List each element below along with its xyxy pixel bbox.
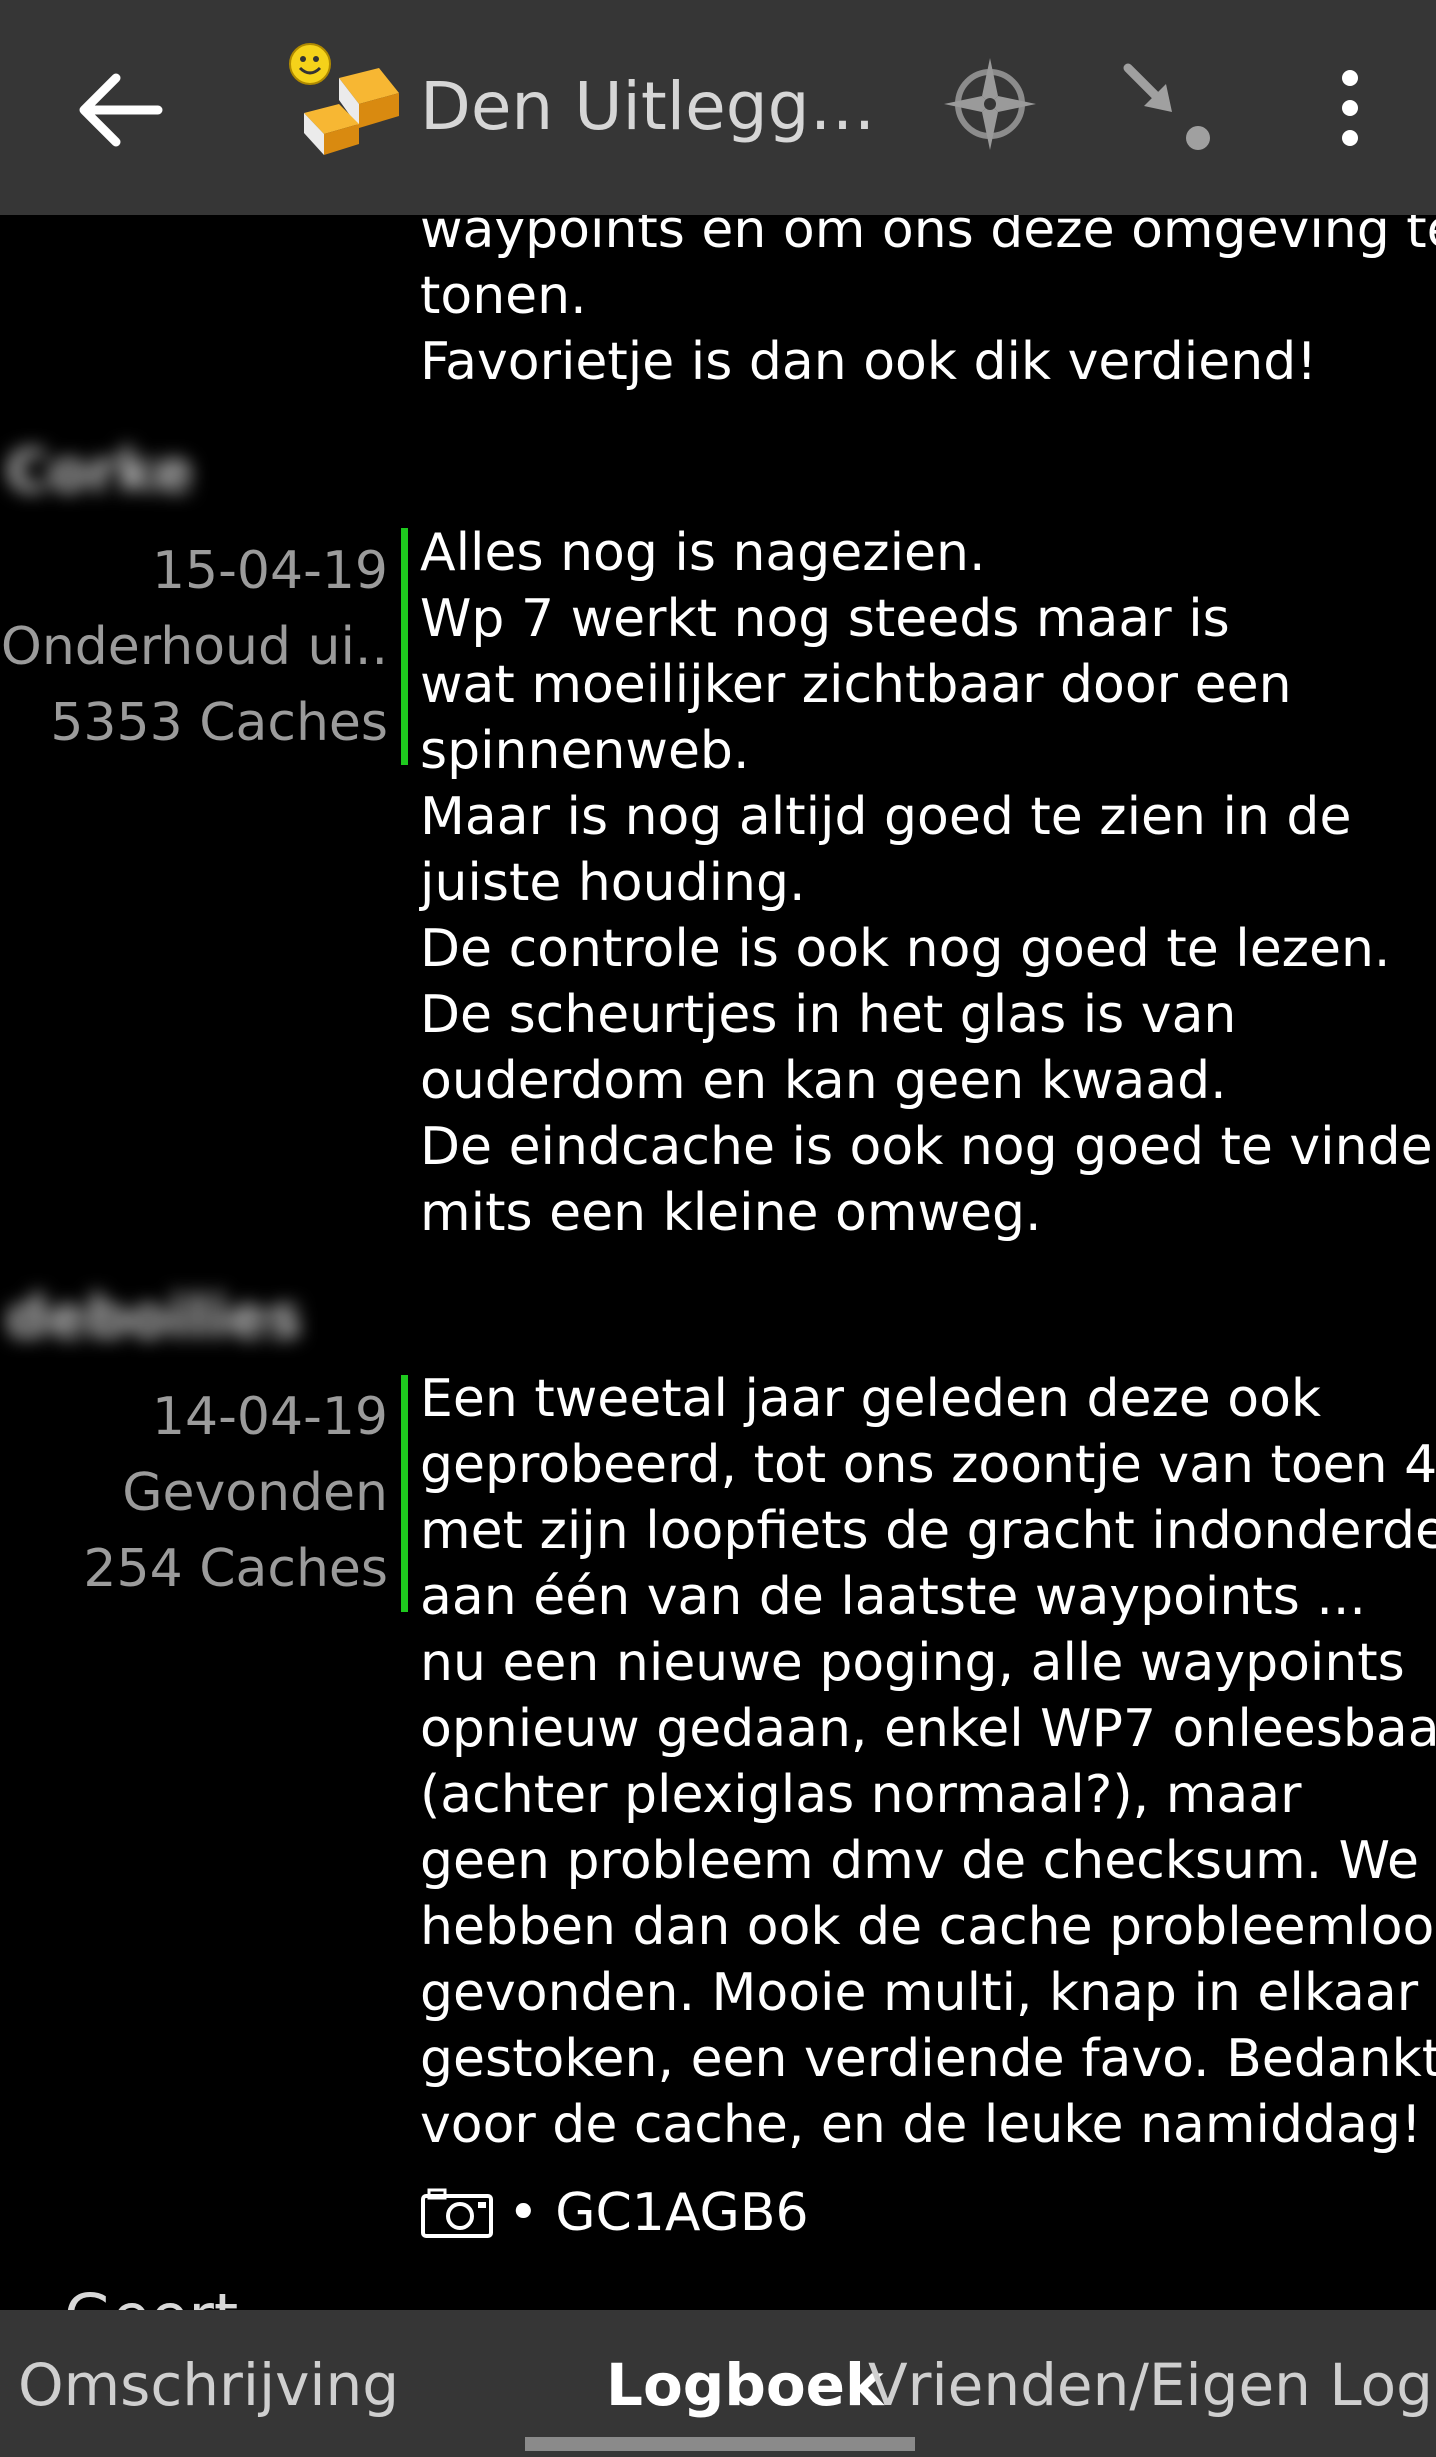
log-text-line: Een tweetal jaar geleden deze ook <box>420 1369 1322 1429</box>
log-date: 14-04-19 <box>151 1387 388 1447</box>
log-text-line: Wp 7 werkt nog steeds maar is <box>420 589 1230 649</box>
navigate-button[interactable] <box>1120 60 1220 160</box>
log-text-line: hebben dan ook de cache probleemloos <box>420 1897 1436 1957</box>
log-type: Gevonden <box>122 1463 388 1523</box>
log-text-line: De controle is ook nog goed te lezen. <box>420 919 1391 979</box>
more-vert-icon <box>1342 70 1358 146</box>
back-button[interactable] <box>70 60 170 160</box>
tab-bar: Omschrijving Logboek Vrienden/Eigen Logs <box>0 2310 1436 2457</box>
multi-cache-icon <box>284 38 409 163</box>
log-list[interactable]: waypoints en om ons deze omgeving te ton… <box>0 215 1436 2310</box>
log-text-line: mits een kleine omweg. <box>420 1183 1042 1243</box>
log-text-line: nu een nieuwe poging, alle waypoints <box>420 1633 1405 1693</box>
log-type: Onderhoud ui.. <box>0 617 388 677</box>
camera-icon <box>421 2188 493 2238</box>
cache-title: Den Uitlegger... <box>420 68 900 145</box>
log-text-line: (achter plexiglas normaal?), maar <box>420 1765 1302 1825</box>
tab-omschrijving[interactable]: Omschrijving <box>18 2350 399 2420</box>
log-text-line: gestoken, een verdiende favo. Bedankt <box>420 2029 1436 2089</box>
log-text-line: opnieuw gedaan, enkel WP7 onleesbaar <box>420 1699 1436 1759</box>
log-text: waypoints en om ons deze omgeving te ton… <box>420 215 1436 395</box>
log-attachment[interactable]: • GC1AGB6 <box>420 2180 809 2246</box>
log-finds-count: 5353 Caches <box>50 693 388 753</box>
log-text: Alles nog is nagezien. Wp 7 werkt nog st… <box>420 520 1436 1246</box>
log-text-line: geen probleem dmv de checksum. We <box>420 1831 1420 1891</box>
tab-vrienden-eigen-logs[interactable]: Vrienden/Eigen Logs <box>868 2350 1436 2420</box>
log-text-line: gevonden. Mooie multi, knap in elkaar <box>420 1963 1419 2023</box>
log-text-line: Alles nog is nagezien. <box>420 523 986 583</box>
log-meta: 15-04-19 Onderhoud ui.. 5353 Caches <box>0 533 388 761</box>
arrow-left-icon <box>79 73 163 147</box>
log-type-bar <box>401 1375 408 1612</box>
log-text-line: voor de cache, en de leuke namiddag! <box>420 2095 1422 2155</box>
log-text-line: juiste houding. <box>420 853 806 913</box>
log-text-line: spinnenweb. <box>420 721 750 781</box>
log-finds-count: 254 Caches <box>83 1539 388 1599</box>
log-text-line: De scheurtjes in het glas is van <box>420 985 1237 1045</box>
log-text-line: aan één van de laatste waypoints ... <box>420 1567 1366 1627</box>
log-text-line: ouderdom en kan geen kwaad. <box>420 1051 1227 1111</box>
log-text-line: tonen. <box>420 266 587 326</box>
log-date: 15-04-19 <box>151 541 388 601</box>
log-text-line: De eindcache is ook nog goed te vinden <box>420 1117 1436 1177</box>
log-type-bar <box>401 528 408 765</box>
log-author[interactable]: Corke <box>6 437 193 505</box>
log-author[interactable]: deboilies <box>6 1283 302 1351</box>
log-text-line: Favorietje is dan ook dik verdiend! <box>420 332 1318 392</box>
log-text-line: met zijn loopfiets de gracht indonderde <box>420 1501 1436 1561</box>
log-author[interactable]: Geert <box>64 2280 238 2310</box>
compass-button[interactable] <box>938 52 1043 157</box>
log-text-line: Maar is nog altijd goed te zien in de <box>420 787 1352 847</box>
log-meta: 14-04-19 Gevonden 254 Caches <box>0 1379 388 1607</box>
log-text-line: wat moeilijker zichtbaar door een <box>420 655 1292 715</box>
log-text: Een tweetal jaar geleden deze ook geprob… <box>420 1366 1436 2158</box>
attachment-code: • GC1AGB6 <box>508 2183 809 2243</box>
compass-icon <box>944 58 1036 150</box>
overflow-menu-button[interactable] <box>1325 60 1375 160</box>
log-text-line: waypoints en om ons deze omgeving te <box>420 215 1436 260</box>
active-tab-indicator <box>525 2437 915 2451</box>
app-bar: Den Uitlegger... <box>0 0 1436 215</box>
tab-logboek[interactable]: Logboek <box>606 2350 884 2420</box>
log-text-line: geprobeerd, tot ons zoontje van toen 4 <box>420 1435 1436 1495</box>
navigate-icon <box>1123 63 1210 150</box>
